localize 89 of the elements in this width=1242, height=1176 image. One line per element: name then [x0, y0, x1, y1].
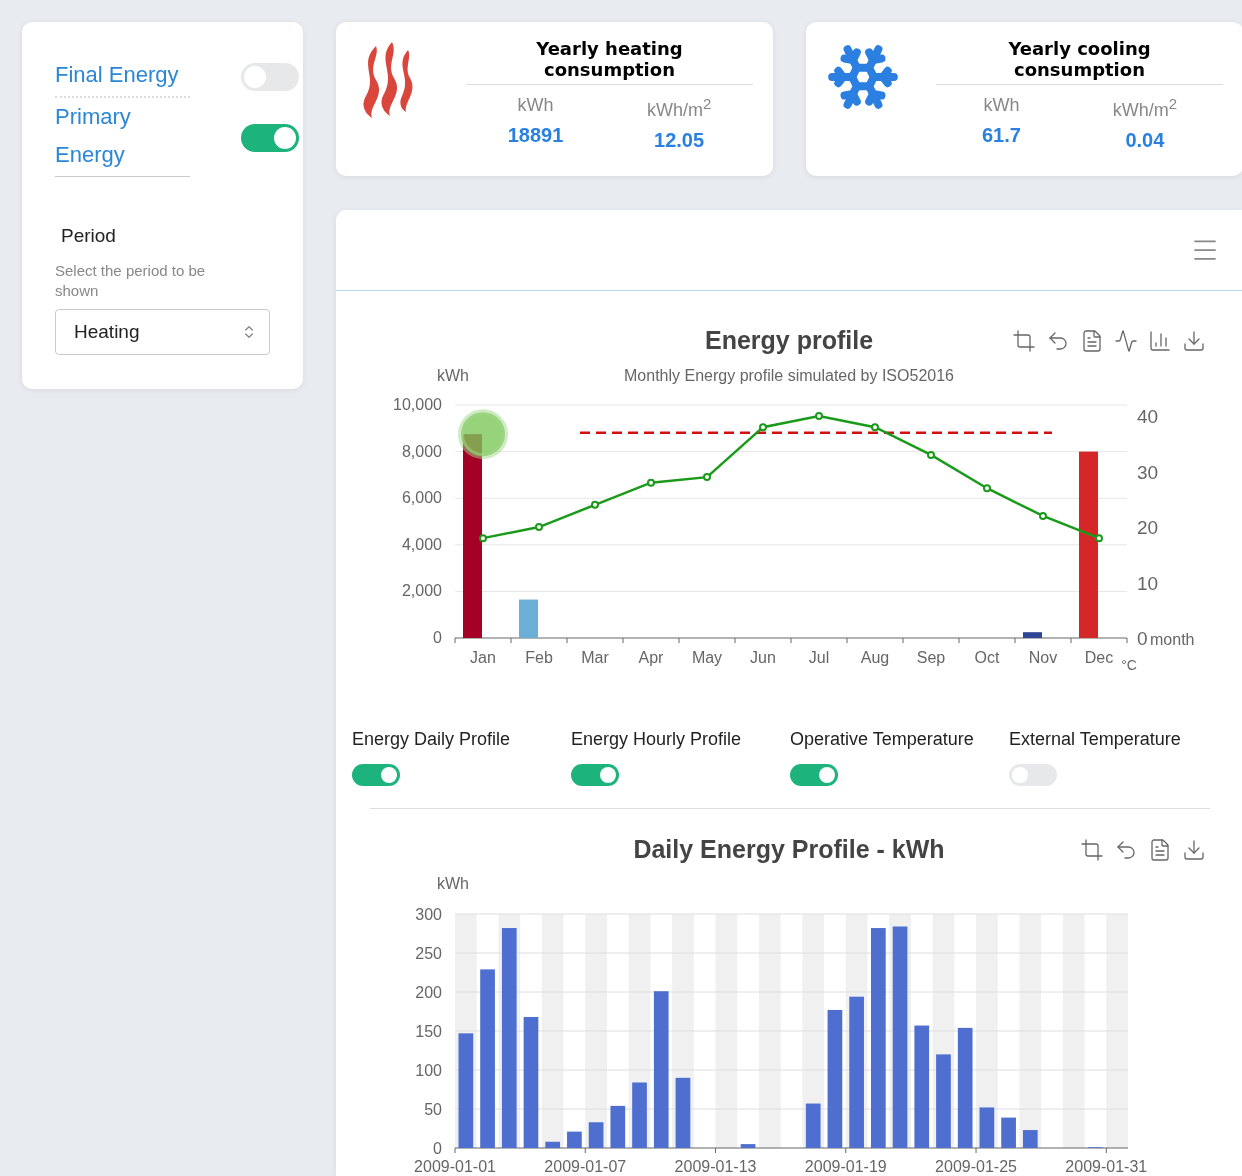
- period-label: Period: [61, 225, 117, 247]
- unit-label: kWh/m$^{2}$: [646, 95, 712, 121]
- tick-label: 200: [415, 984, 442, 1001]
- line-chart-icon[interactable]: [1114, 329, 1138, 353]
- axis-label: kWh: [437, 367, 469, 384]
- tick-label: 30: [1137, 461, 1159, 483]
- tick-label: 0: [1137, 628, 1148, 649]
- tick-label: 2009-01-31: [1065, 1158, 1148, 1175]
- crop-icon[interactable]: [1080, 838, 1104, 862]
- tick-label: 300: [415, 906, 442, 923]
- tick-label: 4,000: [401, 535, 442, 553]
- tick-label: 0: [433, 1140, 442, 1157]
- data-point: [591, 500, 599, 509]
- data-point: [759, 423, 767, 432]
- tick-label: 150: [415, 1023, 442, 1040]
- data-point: [871, 423, 879, 432]
- tick-label: May: [691, 649, 723, 666]
- tick-label: Jun: [750, 649, 776, 666]
- series-label: External Temperature: [1009, 729, 1181, 750]
- period-hint: Select the period to be shown: [55, 261, 207, 301]
- tick-label: 2009-01-13: [674, 1158, 757, 1175]
- series-label: Energy Hourly Profile: [571, 729, 742, 750]
- card-title: Yearly cooling consumption: [936, 36, 1223, 85]
- tick-label: 2009-01-19: [804, 1158, 887, 1175]
- tick-label: Apr: [638, 649, 664, 666]
- crop-icon[interactable]: [1012, 329, 1036, 353]
- toggle-switch[interactable]: [1009, 764, 1057, 786]
- data-point: [1039, 511, 1047, 520]
- tick-label: Feb: [525, 649, 553, 666]
- data-point: [535, 523, 543, 532]
- energy-type-label: Final Energy: [55, 56, 190, 98]
- axis-label: month: [1150, 631, 1195, 648]
- data-point: [1095, 534, 1103, 543]
- tick-label: 0: [433, 629, 442, 646]
- tick-label: 50: [424, 1101, 442, 1118]
- data-point: [983, 484, 991, 493]
- chart-title: Daily Energy Profile - kWh: [633, 835, 945, 863]
- axis-label: kWh: [437, 875, 469, 892]
- data-point: [703, 473, 711, 482]
- tick-label: 20: [1137, 517, 1159, 539]
- download-icon[interactable]: [1182, 838, 1206, 862]
- axis-label: °C: [1121, 657, 1137, 673]
- unit-label: kWh: [517, 95, 554, 116]
- tick-label: 2009-01-01: [414, 1158, 496, 1175]
- bar-chart-icon[interactable]: [1148, 329, 1172, 353]
- tick-label: 10,000: [393, 396, 442, 413]
- toggle-switch[interactable]: [352, 764, 400, 786]
- tick-label: Jan: [470, 649, 496, 666]
- tick-label: Aug: [860, 649, 890, 666]
- document-icon[interactable]: [1080, 329, 1104, 353]
- tick-label: Jul: [808, 649, 830, 666]
- card-title: Yearly heating consumption: [466, 36, 753, 85]
- tick-label: 2,000: [401, 582, 442, 600]
- data-point: [647, 478, 655, 487]
- tick-label: Nov: [1028, 649, 1058, 666]
- document-icon[interactable]: [1148, 838, 1172, 862]
- tick-label: 6,000: [401, 489, 442, 507]
- energy-type-label: Primary Energy: [55, 98, 190, 177]
- value-label: 18891: [507, 124, 564, 147]
- series-label: Operative Temperature: [790, 729, 974, 750]
- chart-title: Energy profile: [704, 326, 874, 354]
- value-label: 61.7: [981, 124, 1021, 147]
- unit-label: kWh/m$^{2}$: [1112, 95, 1178, 121]
- tick-label: Sep: [916, 649, 946, 666]
- toggle-switch[interactable]: [571, 764, 619, 786]
- tick-label: Mar: [581, 649, 609, 666]
- tick-label: 250: [415, 945, 442, 962]
- unit-label: kWh: [983, 95, 1020, 116]
- series-label: Energy Daily Profile: [352, 729, 511, 750]
- value-label: 12.05: [654, 129, 705, 152]
- download-icon[interactable]: [1182, 329, 1206, 353]
- tick-label: Dec: [1084, 649, 1114, 666]
- toggle-switch[interactable]: [790, 764, 838, 786]
- value-label: 0.04: [1125, 129, 1165, 152]
- chart-subtitle: Monthly Energy profile simulated by ISO52016: [624, 367, 954, 384]
- toggle-switch[interactable]: [241, 123, 299, 152]
- data-point: [479, 534, 487, 543]
- data-point: [927, 450, 935, 459]
- tick-label: 2009-01-07: [544, 1158, 627, 1175]
- tick-label: Oct: [974, 649, 1000, 666]
- period-select[interactable]: Heating: [55, 309, 270, 355]
- tick-label: 10: [1137, 572, 1159, 594]
- highlight-marker: [458, 409, 508, 460]
- toggle-switch[interactable]: [241, 63, 299, 91]
- data-point: [815, 412, 823, 421]
- tick-label: 40: [1137, 406, 1159, 428]
- tick-label: 2009-01-25: [935, 1158, 1017, 1175]
- tick-label: 8,000: [401, 442, 442, 460]
- tick-label: 100: [415, 1062, 442, 1079]
